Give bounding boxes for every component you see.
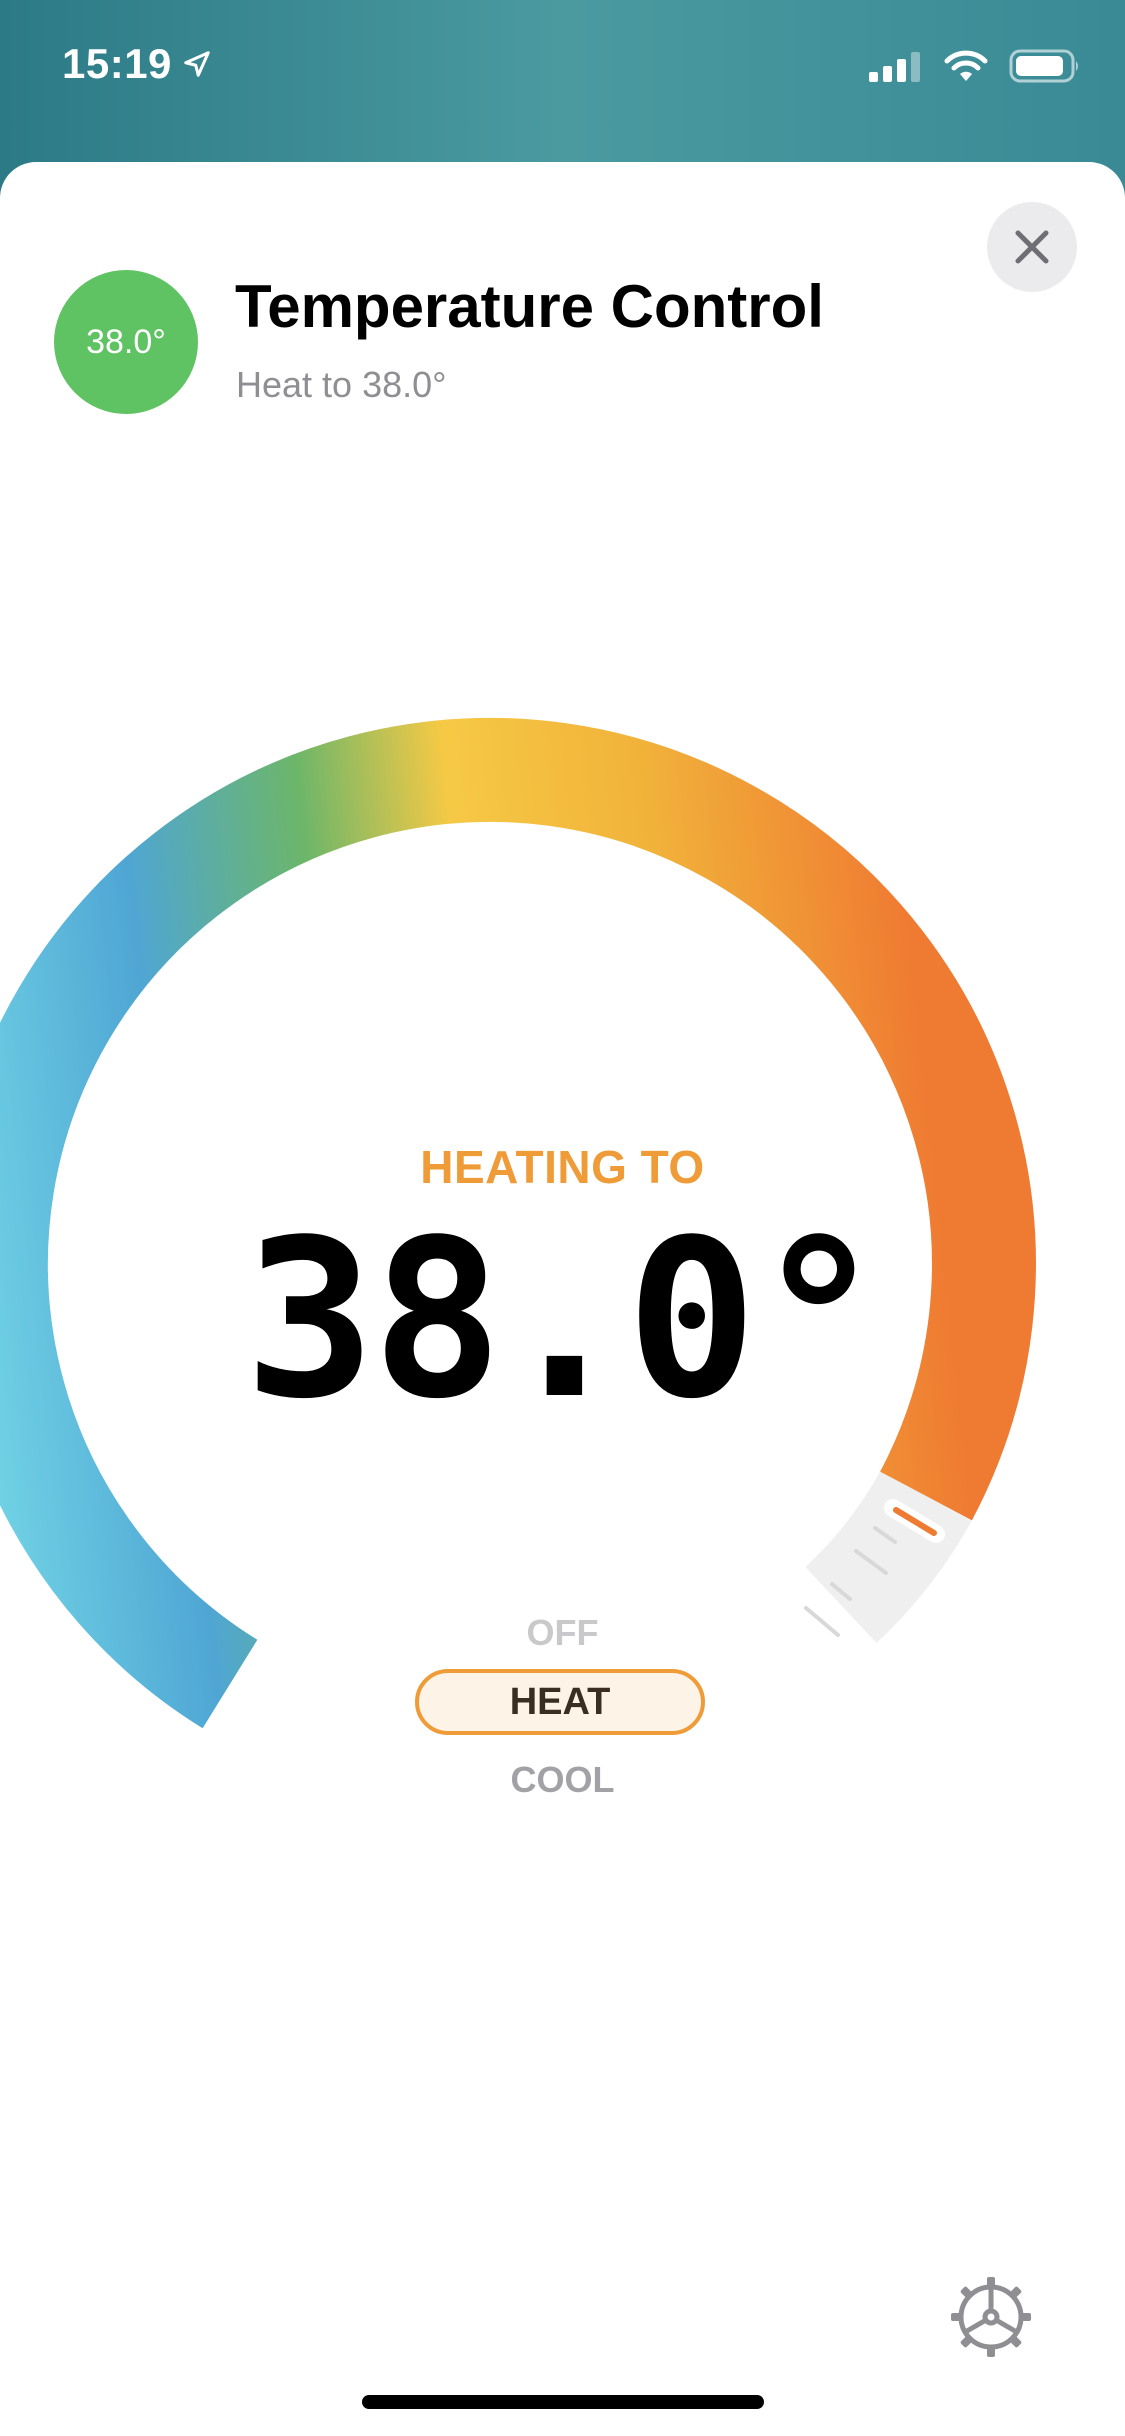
dial-tick (830, 1582, 852, 1601)
status-time: 15:19 (62, 40, 172, 87)
status-time-group: 15:19 (62, 40, 212, 88)
close-button[interactable] (987, 202, 1077, 292)
wifi-icon (944, 50, 988, 81)
dial-tick (854, 1549, 888, 1575)
temperature-badge: 38.0° (54, 270, 198, 414)
page-title: Temperature Control (235, 273, 824, 340)
status-icons (869, 48, 1083, 84)
location-arrow-icon (184, 51, 210, 77)
dial-arc (0, 717, 1036, 1729)
mode-heat[interactable]: HEAT (415, 1669, 705, 1735)
close-icon (1015, 230, 1049, 264)
dial-handle[interactable] (884, 1499, 945, 1543)
cellular-signal-icon (869, 52, 920, 82)
mode-off[interactable]: OFF (0, 1612, 1125, 1654)
temperature-control-sheet: 38.0° Temperature Control Heat to 38.0° (0, 162, 1125, 2436)
heating-status-label: HEATING TO (420, 1141, 705, 1193)
home-indicator[interactable] (362, 2395, 764, 2409)
mode-cool[interactable]: COOL (0, 1759, 1125, 1801)
battery-icon (1009, 49, 1078, 83)
status-bar: 15:19 (0, 0, 1125, 150)
settings-button[interactable] (946, 2272, 1036, 2362)
dial-tick (873, 1526, 897, 1544)
mode-heat-label: HEAT (509, 1680, 611, 1723)
gear-icon (951, 2277, 1031, 2357)
page-subtitle: Heat to 38.0° (236, 364, 447, 405)
temperature-dial: HEATING TO 38.0° OFF HEAT COOL (0, 162, 1125, 2436)
target-temperature: 38.0° (244, 1194, 884, 1447)
